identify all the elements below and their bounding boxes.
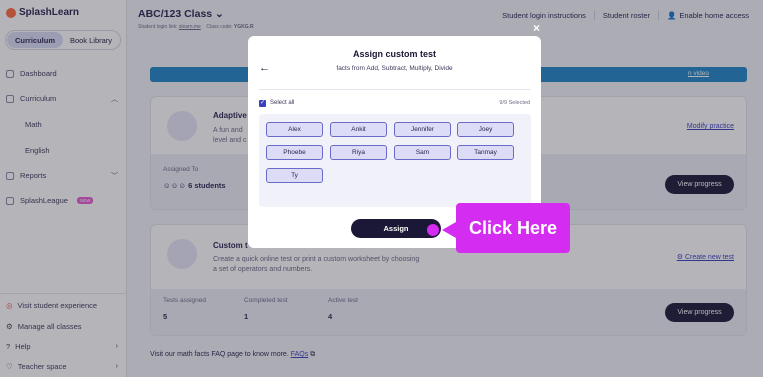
student-chip-phoebe[interactable]: Phoebe (266, 145, 323, 160)
student-chip-joey[interactable]: Joey (457, 122, 514, 137)
student-chip-ty[interactable]: Ty (266, 168, 323, 183)
student-chip-jennifer[interactable]: Jennifer (394, 122, 451, 137)
select-all-checkbox[interactable]: ✓ (259, 100, 266, 107)
close-icon[interactable]: × (533, 21, 540, 35)
click-pointer-dot (427, 224, 439, 236)
student-chip-ankit[interactable]: Ankit (330, 122, 387, 137)
student-chip-alex[interactable]: Alex (266, 122, 323, 137)
student-chip-riya[interactable]: Riya (330, 145, 387, 160)
students-list: Alex Ankit Jennifer Joey Phoebe Riya Sam… (259, 114, 531, 207)
student-chip-tanmay[interactable]: Tanmay (457, 145, 514, 160)
selected-count: 9/9 Selected (499, 100, 530, 106)
divider (259, 89, 530, 90)
modal-subtitle: facts from Add, Subtract, Multiply, Divi… (336, 65, 453, 72)
student-chip-sam[interactable]: Sam (394, 145, 451, 160)
callout-arrow (442, 222, 456, 238)
modal-title: Assign custom test (352, 49, 437, 59)
select-all-label[interactable]: Select all (270, 100, 294, 106)
click-here-callout: Click Here (456, 203, 570, 253)
